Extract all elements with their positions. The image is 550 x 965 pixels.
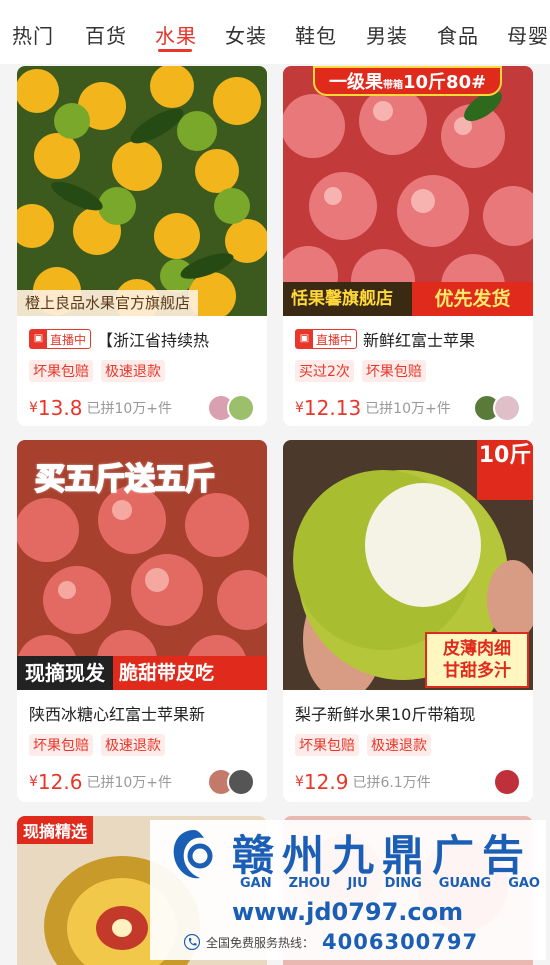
ad-pinyin-word: GAO	[508, 876, 540, 891]
live-badge: ▣ 直播中	[29, 329, 92, 349]
promo-text-overlay: 买五斤送五斤	[34, 461, 216, 498]
live-icon: ▣	[30, 330, 47, 348]
ad-pinyin-word: ZHOU	[288, 876, 331, 891]
grade-label-small: 带箱	[383, 80, 403, 91]
tab-food[interactable]: 食品	[437, 20, 479, 49]
avatar	[227, 768, 255, 796]
sold-count: 已拼6.1万件	[352, 775, 431, 791]
fresh-pick-label: 现摘现发	[17, 656, 113, 690]
buyer-avatars	[473, 394, 521, 422]
live-badge: ▣ 直播中	[295, 329, 358, 349]
buyer-avatars	[207, 394, 255, 422]
fresh-pick-tag: 现摘精选	[17, 816, 94, 844]
priority-shipping-label: 优先发货	[412, 282, 533, 316]
live-icon: ▣	[296, 330, 313, 348]
product-tag: 坏果包赔	[29, 734, 93, 756]
ad-phone-number: 4006300797	[322, 930, 479, 954]
product-card[interactable]: 买五斤送五斤 现摘现发 脆甜带皮吃 陕西冰糖心红富士苹果新 坏果包赔 极速退款 …	[17, 440, 267, 802]
ad-pinyin-word: DING	[384, 876, 422, 891]
product-price: 13.8	[37, 396, 83, 420]
currency-symbol: ¥	[295, 400, 304, 416]
currency-symbol: ¥	[29, 400, 38, 416]
product-tag: 坏果包赔	[361, 360, 426, 382]
image-bottom-banner: 现摘现发 脆甜带皮吃	[17, 656, 267, 690]
product-image[interactable]: 10斤 皮薄肉细 甘甜多汁	[283, 440, 533, 690]
product-image[interactable]: 橙上良品水果官方旗舰店	[17, 66, 267, 316]
ad-phone-label: 全国免费服务热线：	[206, 935, 315, 950]
active-tab-indicator	[158, 49, 192, 52]
product-price: 12.6	[37, 770, 83, 794]
grade-banner: 一级果带箱10斤80#	[313, 66, 503, 96]
product-price: 12.9	[303, 770, 349, 794]
tab-hot[interactable]: 热门	[12, 20, 54, 49]
crisp-sweet-label: 脆甜带皮吃	[113, 656, 267, 690]
currency-symbol: ¥	[295, 774, 304, 790]
shop-name-overlay: 橙上良品水果官方旗舰店	[17, 290, 199, 316]
avatar	[493, 768, 521, 796]
product-title[interactable]: 陕西冰糖心红富士苹果新	[29, 701, 205, 725]
product-image[interactable]: 买五斤送五斤 现摘现发 脆甜带皮吃	[17, 440, 267, 690]
tab-mens-wear[interactable]: 男装	[366, 20, 408, 49]
product-card[interactable]: 一级果带箱10斤80# 恬果馨旗舰店 优先发货 ▣ 直播中 新鲜红富士苹果 买过2…	[283, 66, 533, 426]
selling-point-tag: 皮薄肉细 甘甜多汁	[425, 632, 529, 688]
currency-symbol: ¥	[29, 774, 38, 790]
ad-pinyin-word: GAN	[240, 876, 272, 891]
image-bottom-banner: 恬果馨旗舰店 优先发货	[283, 282, 533, 316]
ad-company-name: 赣州九鼎广告	[232, 831, 533, 880]
tab-general-goods[interactable]: 百货	[85, 20, 127, 49]
category-tabs: 热门 百货 水果 女装 鞋包 男装 食品 母婴	[0, 0, 550, 64]
tab-womens-wear[interactable]: 女装	[225, 20, 267, 49]
tab-mother-baby[interactable]: 母婴	[507, 20, 549, 49]
product-tag: 坏果包赔	[29, 360, 93, 382]
grade-label: 一级果	[329, 72, 383, 93]
product-title[interactable]: 【浙江省持续热	[97, 327, 209, 351]
product-tag: 买过2次	[295, 360, 354, 382]
sold-count: 已拼10万+件	[365, 401, 451, 417]
product-tag: 极速退款	[101, 360, 165, 382]
product-image[interactable]: 一级果带箱10斤80# 恬果馨旗舰店 优先发货	[283, 66, 533, 316]
watermark-ad: 赣州九鼎广告 GAN ZHOU JIU DING GUANG GAO www.j…	[150, 820, 546, 960]
tab-shoes-bags[interactable]: 鞋包	[295, 20, 337, 49]
ad-pinyin-word: GUANG	[438, 876, 492, 891]
grade-label-rest: 10斤80#	[403, 72, 487, 93]
sold-count: 已拼10万+件	[86, 775, 172, 791]
ad-pinyin: GAN ZHOU JIU DING GUANG GAO	[240, 876, 540, 891]
product-card[interactable]: 橙上良品水果官方旗舰店 ▣ 直播中 【浙江省持续热 坏果包赔 极速退款 ¥ 13.…	[17, 66, 267, 426]
ad-phone-row: 全国免费服务热线： 4006300797	[184, 930, 478, 954]
mandarin-oranges-image	[17, 66, 267, 316]
avatar	[493, 394, 521, 422]
ad-url: www.jd0797.com	[232, 898, 464, 926]
buyer-avatars	[493, 768, 521, 796]
ad-logo-icon	[173, 830, 213, 879]
ad-pinyin-word: JIU	[347, 876, 368, 891]
avatar	[227, 394, 255, 422]
live-label: 直播中	[50, 332, 87, 347]
sold-count: 已拼10万+件	[86, 401, 172, 417]
weight-corner-badge: 10斤	[477, 440, 533, 500]
red-apples-image	[283, 66, 533, 316]
selling-point-line: 皮薄肉细	[443, 639, 511, 659]
live-label: 直播中	[316, 332, 353, 347]
buyer-avatars	[207, 768, 255, 796]
product-tag: 坏果包赔	[295, 734, 359, 756]
product-tag: 极速退款	[101, 734, 165, 756]
product-card[interactable]: 10斤 皮薄肉细 甘甜多汁 梨子新鲜水果10斤带箱现 坏果包赔 极速退款 ¥ 1…	[283, 440, 533, 802]
selling-point-line: 甘甜多汁	[443, 661, 511, 681]
product-tag: 极速退款	[367, 734, 431, 756]
phone-icon	[184, 934, 200, 950]
product-title[interactable]: 新鲜红富士苹果	[363, 327, 475, 351]
product-title[interactable]: 梨子新鲜水果10斤带箱现	[295, 701, 475, 725]
product-price: 12.13	[303, 396, 362, 420]
tab-fruit[interactable]: 水果	[155, 20, 197, 49]
shop-name-overlay: 恬果馨旗舰店	[283, 282, 412, 316]
